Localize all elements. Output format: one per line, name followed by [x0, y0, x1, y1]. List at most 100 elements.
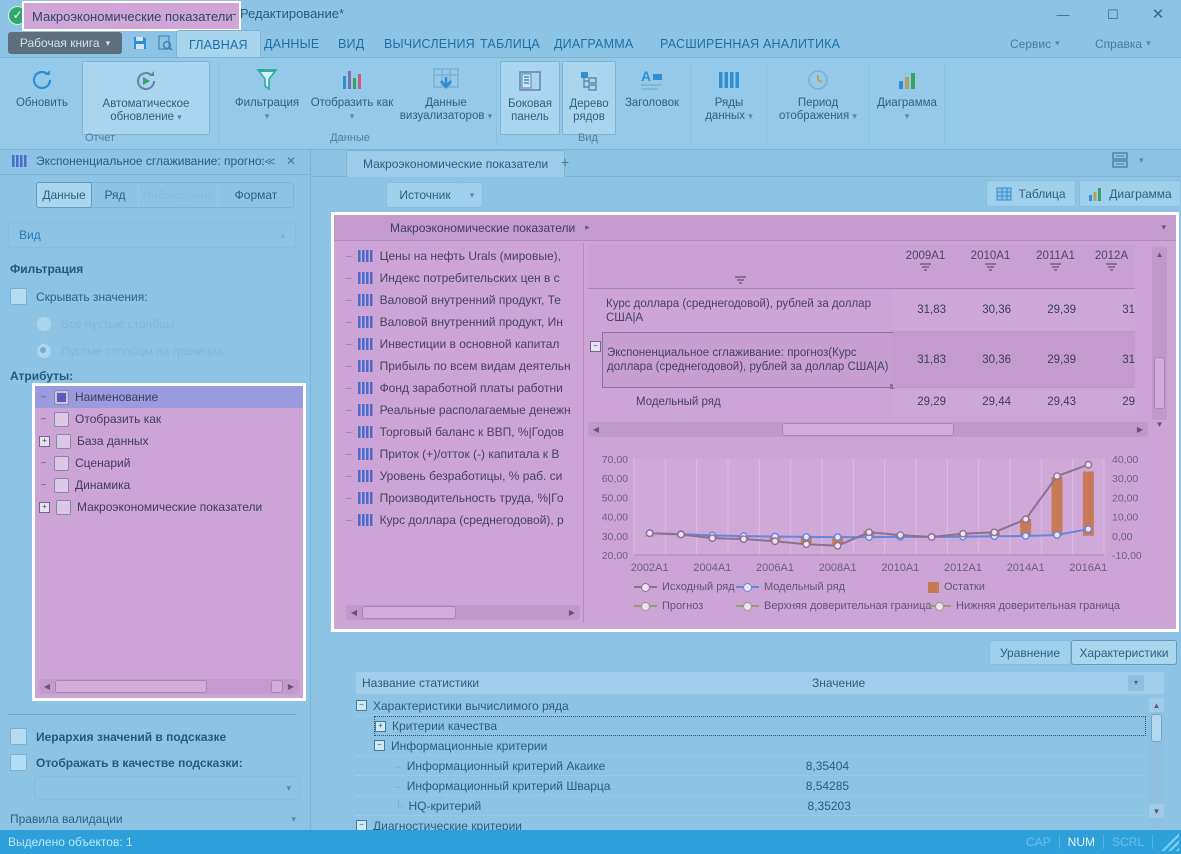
stats-row[interactable]: −Информационные критерии — [356, 736, 1146, 756]
attributes-hscrollbar[interactable]: ◀ ▶ — [39, 679, 299, 694]
header-button[interactable]: A Заголовок — [620, 61, 684, 133]
add-tab-button[interactable]: + — [561, 154, 569, 170]
nav-tab-dannye[interactable]: ДАННЫЕ — [252, 30, 331, 57]
grid-col-header[interactable]: 2012A — [1088, 245, 1135, 289]
data-series-button[interactable]: Ряды данных ▾ — [696, 61, 762, 133]
grid-value-cell[interactable]: 29,44 — [958, 389, 1023, 415]
series-list-item[interactable]: –Инвестиции в основной капитал — [346, 333, 580, 355]
grid-value-cell[interactable]: 31 — [1088, 332, 1135, 388]
tab-dannye[interactable]: Данные — [36, 182, 92, 208]
tooltip-combobox[interactable]: ▾ — [34, 776, 300, 800]
grid-row-name[interactable]: Курс доллара (среднегодовой), рублей за … — [606, 289, 893, 332]
series-list-item[interactable]: –Торговый баланс к ВВП, %|Годов — [346, 421, 580, 443]
grid-value-cell[interactable]: 29 — [1088, 389, 1135, 415]
collapse-minus-icon[interactable]: − — [374, 740, 385, 751]
close-icon[interactable]: ✕ — [1143, 4, 1173, 26]
hide-values-checkbox[interactable] — [10, 288, 27, 305]
help-menu[interactable]: Справка▾ — [1095, 30, 1151, 57]
series-list-item[interactable]: –Курс доллара (среднегодовой), р — [346, 509, 580, 531]
legend-item[interactable]: Прогноз — [634, 600, 736, 612]
display-as-button[interactable]: Отобразить как ▾ — [310, 61, 394, 133]
scroll-left-icon[interactable]: ◀ — [39, 679, 55, 694]
maximize-icon[interactable]: ☐ — [1098, 4, 1128, 26]
attribute-checkbox[interactable] — [56, 500, 71, 515]
attribute-item[interactable]: – Наименование — [35, 386, 303, 408]
grid-vscrollbar[interactable]: ▲ ▼ — [1152, 247, 1167, 420]
tab-format[interactable]: Формат — [218, 183, 294, 207]
series-list-item[interactable]: –Реальные располагаемые денежн — [346, 399, 580, 421]
legend-item[interactable]: Модельный ряд — [736, 581, 928, 593]
stats-row[interactable]: −Характеристики вычислимого ряда — [356, 696, 1146, 716]
grid-row-name selected[interactable]: Экспоненциальное сглаживание: прогноз(Ку… — [602, 332, 894, 388]
attribute-item[interactable]: + База данных — [35, 430, 303, 452]
grid-value-cell[interactable]: 29,43 — [1023, 389, 1088, 415]
nav-tab-rasshirennaya-analitika[interactable]: РАСШИРЕННАЯ АНАЛИТИКА — [648, 30, 852, 57]
grid-value-cell[interactable]: 29,39 — [1023, 332, 1088, 388]
scroll-right-icon[interactable]: ▶ — [1132, 422, 1148, 437]
filter-icon[interactable] — [985, 263, 996, 271]
series-tree-button[interactable]: Дерево рядов — [562, 61, 616, 135]
visualizer-data-button[interactable]: Данные визуализаторов ▾ — [398, 61, 494, 133]
hierarchy-checkbox[interactable] — [10, 728, 27, 745]
chevron-down-icon[interactable]: ▾ — [1161, 222, 1166, 233]
collapse-minus-icon[interactable]: − — [590, 339, 600, 349]
grid-col-header[interactable]: 2009A1 — [893, 245, 958, 289]
filter-icon[interactable] — [920, 263, 931, 271]
nav-tab-tablitsa[interactable]: ТАБЛИЦА — [468, 30, 552, 57]
display-period-button[interactable]: Период отображения ▾ — [772, 61, 864, 133]
grid-col-header[interactable]: 2011A1 — [1023, 245, 1088, 289]
series-list-item[interactable]: –Прибыль по всем видам деятельн — [346, 355, 580, 377]
nav-tab-vid[interactable]: ВИД — [326, 30, 376, 57]
nav-tab-glavnaya[interactable]: ГЛАВНАЯ — [176, 30, 261, 58]
grid-value-cell[interactable]: 31,83 — [893, 332, 958, 388]
report-header[interactable]: Макроэкономические показатели ▸ ▾ — [334, 215, 1176, 241]
table-view-button[interactable]: Таблица — [986, 180, 1076, 207]
grid-value-cell[interactable]: 31,83 — [893, 289, 958, 332]
series-list-item[interactable]: –Валовой внутренний продукт, Те — [346, 289, 580, 311]
grid-row-name[interactable]: Модельный ряд — [636, 389, 893, 415]
attribute-item[interactable]: – Сценарий — [35, 452, 303, 474]
collapse-panel-icon[interactable]: ≪ — [264, 155, 286, 168]
equation-button[interactable]: Уравнение — [989, 640, 1071, 665]
scroll-down-icon[interactable]: ▼ — [1149, 804, 1164, 818]
validation-section-header[interactable]: Правила валидации ▾ — [10, 812, 296, 826]
tooltip-checkbox[interactable] — [10, 754, 27, 771]
grid-value-cell[interactable]: 31 — [1088, 289, 1135, 332]
scrollbar-thumb[interactable] — [782, 423, 954, 436]
attribute-item[interactable]: + Макроэкономические показатели — [35, 496, 303, 518]
series-list-item[interactable]: –Приток (+)/отток (-) капитала к В — [346, 443, 580, 465]
grid-value-cell[interactable]: 29,29 — [893, 389, 958, 415]
characteristics-button[interactable]: Характеристики — [1071, 640, 1177, 665]
series-list-hscrollbar[interactable]: ◀ ▶ — [346, 605, 580, 620]
collapse-minus-icon[interactable]: − — [356, 700, 367, 711]
series-list-item[interactable]: –Фонд заработной платы работни — [346, 377, 580, 399]
auto-refresh-button[interactable]: Автоматическое обновление ▾ — [82, 61, 210, 135]
view-section-header[interactable]: Вид ▴ — [8, 222, 296, 248]
series-list-item[interactable]: –Индекс потребительских цен в с — [346, 267, 580, 289]
series-list-item[interactable]: –Валовой внутренний продукт, Ин — [346, 311, 580, 333]
scrollbar-thumb[interactable] — [55, 680, 207, 693]
scrollbar-thumb[interactable] — [1154, 357, 1165, 409]
expand-plus-icon[interactable]: + — [375, 721, 386, 732]
legend-item[interactable]: Верхняя доверительная граница — [736, 600, 928, 612]
stats-row[interactable]: └HQ-критерий8,35203 — [356, 796, 1146, 816]
filtering-button[interactable]: Фильтрация▾ — [228, 61, 306, 133]
series-list-item[interactable]: –Производительность труда, %|Го — [346, 487, 580, 509]
source-dropdown[interactable]: ▾ — [462, 182, 483, 208]
save-icon[interactable] — [128, 32, 152, 54]
close-panel-icon[interactable]: ✕ — [286, 154, 310, 168]
grid-value-cell[interactable]: 29,39 — [1023, 289, 1088, 332]
minimize-icon[interactable]: — — [1048, 4, 1078, 26]
service-menu[interactable]: Сервис▾ — [1010, 30, 1060, 57]
resize-grip[interactable] — [1161, 833, 1179, 851]
attribute-item[interactable]: – Отобразить как — [35, 408, 303, 430]
grid-value-cell[interactable]: 30,36 — [958, 332, 1023, 388]
expand-plus-icon[interactable]: + — [39, 502, 50, 513]
nav-tab-diagramma[interactable]: ДИАГРАММА — [542, 30, 645, 57]
side-panel-button[interactable]: Боковая панель — [500, 61, 560, 135]
stats-row[interactable]: –Информационный критерий Шварца8,54285 — [356, 776, 1146, 796]
scrollbar-splitter[interactable] — [271, 680, 283, 693]
legend-item[interactable]: Нижняя доверительная граница — [928, 600, 1174, 612]
legend-item[interactable]: Исходный ряд — [634, 581, 736, 593]
stats-row focused[interactable]: +Критерии качества — [374, 716, 1146, 736]
